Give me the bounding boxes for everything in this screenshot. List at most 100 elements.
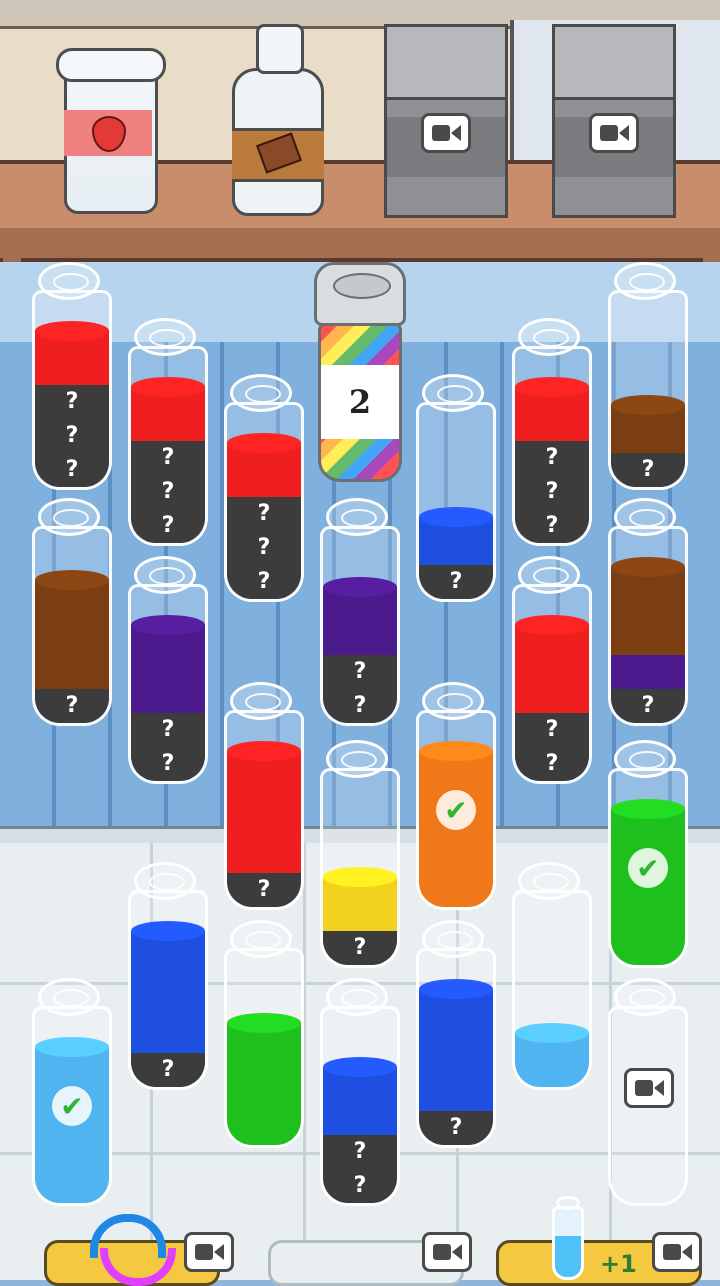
tube-20[interactable]: ✔	[32, 978, 112, 1206]
tube-rim	[134, 862, 196, 900]
question-mark: ?	[257, 535, 271, 560]
question-mark: ?	[449, 1115, 463, 1140]
video-ad-icon[interactable]	[652, 1232, 702, 1272]
tube-rim	[422, 682, 484, 720]
tube-6[interactable]: ?	[608, 262, 688, 490]
purple-liquid-layer	[323, 587, 397, 655]
tube-glass: ?	[416, 948, 496, 1148]
tube-9[interactable]: ??	[320, 498, 400, 726]
brown-liquid-layer	[35, 580, 109, 689]
liquid-surface	[515, 377, 589, 397]
video-ad-icon[interactable]	[589, 113, 639, 153]
tube-rim	[134, 556, 196, 594]
liquid-surface	[131, 377, 205, 397]
liquid-surface	[323, 867, 397, 887]
tube-5[interactable]: ???	[512, 318, 592, 546]
liquid-surface	[515, 1023, 589, 1043]
tube-glass: ??	[320, 526, 400, 726]
tube-rim	[614, 740, 676, 778]
rainbow-can-bonus[interactable]: 2	[314, 262, 406, 486]
liquid-surface	[515, 615, 589, 635]
strawberry-cup-order	[56, 48, 166, 214]
tube-22[interactable]	[608, 978, 688, 1206]
question-mark: ?	[65, 693, 79, 718]
tube-11[interactable]: ?	[608, 498, 688, 726]
tube-glass: ??	[128, 584, 208, 784]
video-ad-icon[interactable]	[422, 1232, 472, 1272]
tube-14[interactable]: ✔	[416, 682, 496, 910]
hidden-layer: ?	[611, 453, 685, 487]
question-mark: ?	[65, 389, 79, 414]
green-liquid-layer	[227, 1023, 301, 1145]
hidden-layer: ???	[35, 385, 109, 487]
question-mark: ?	[545, 513, 559, 538]
tube-glass: ?	[320, 768, 400, 968]
tube-15[interactable]: ✔	[608, 740, 688, 968]
tube-16[interactable]: ?	[128, 862, 208, 1090]
tube-13[interactable]: ?	[320, 740, 400, 968]
tube-18[interactable]: ?	[416, 920, 496, 1148]
brown-liquid-layer	[611, 567, 685, 655]
tube-rim	[134, 318, 196, 356]
tube-rim	[38, 978, 100, 1016]
tube-glass: ???	[224, 402, 304, 602]
tube-glass: ???	[128, 346, 208, 546]
tube-glass: ?	[416, 402, 496, 602]
tube-rim	[518, 556, 580, 594]
question-mark: ?	[641, 457, 655, 482]
tube-1[interactable]: ???	[32, 262, 112, 490]
hidden-layer: ??	[515, 713, 589, 781]
completed-check-icon: ✔	[436, 790, 476, 830]
tube-2[interactable]: ???	[128, 318, 208, 546]
question-mark: ?	[65, 457, 79, 482]
tube-7[interactable]: ?	[32, 498, 112, 726]
liquid-surface	[35, 1037, 109, 1057]
question-mark: ?	[257, 501, 271, 526]
tube-3[interactable]: ???	[224, 374, 304, 602]
tube-rim	[230, 920, 292, 958]
question-mark: ?	[353, 935, 367, 960]
hidden-layer: ?	[611, 689, 685, 723]
tube-rim	[230, 682, 292, 720]
red-liquid-layer	[227, 751, 301, 873]
tube-glass: ✔	[32, 1006, 112, 1206]
hidden-layer: ???	[515, 441, 589, 543]
tube-12[interactable]: ?	[224, 682, 304, 910]
tube-4[interactable]: ?	[416, 374, 496, 602]
hidden-layer: ?	[227, 873, 301, 907]
shelf-underside	[0, 228, 720, 262]
tube-17[interactable]	[224, 920, 304, 1148]
locked-bag-slot-2[interactable]	[552, 24, 676, 218]
hidden-layer: ?	[35, 689, 109, 723]
tube-10[interactable]: ??	[512, 556, 592, 784]
blue-liquid-layer	[131, 931, 205, 1053]
video-ad-icon[interactable]	[184, 1232, 234, 1272]
tube-21[interactable]: ??	[320, 978, 400, 1206]
purple-liquid-layer	[611, 655, 685, 689]
tube-19[interactable]	[512, 862, 592, 1090]
hidden-layer: ???	[227, 497, 301, 599]
liquid-surface	[35, 570, 109, 590]
liquid-surface	[35, 321, 109, 341]
hidden-layer: ?	[419, 1111, 493, 1145]
tube-rim	[326, 978, 388, 1016]
tube-rim	[326, 498, 388, 536]
video-ad-icon[interactable]	[624, 1068, 674, 1108]
locked-bag-slot-1[interactable]	[384, 24, 508, 218]
tube-glass: ✔	[608, 768, 688, 968]
extra-tube-icon	[548, 1196, 588, 1280]
question-mark: ?	[641, 693, 655, 718]
video-ad-icon[interactable]	[421, 113, 471, 153]
question-mark: ?	[545, 445, 559, 470]
tube-glass: ?	[608, 526, 688, 726]
hidden-layer: ??	[131, 713, 205, 781]
tube-glass: ?	[32, 526, 112, 726]
question-mark: ?	[161, 513, 175, 538]
question-mark: ?	[65, 423, 79, 448]
tube-8[interactable]: ??	[128, 556, 208, 784]
tube-glass: ???	[512, 346, 592, 546]
blue-liquid-layer	[323, 1067, 397, 1135]
liquid-surface	[419, 741, 493, 761]
hidden-layer: ??	[323, 655, 397, 723]
tube-glass	[224, 948, 304, 1148]
